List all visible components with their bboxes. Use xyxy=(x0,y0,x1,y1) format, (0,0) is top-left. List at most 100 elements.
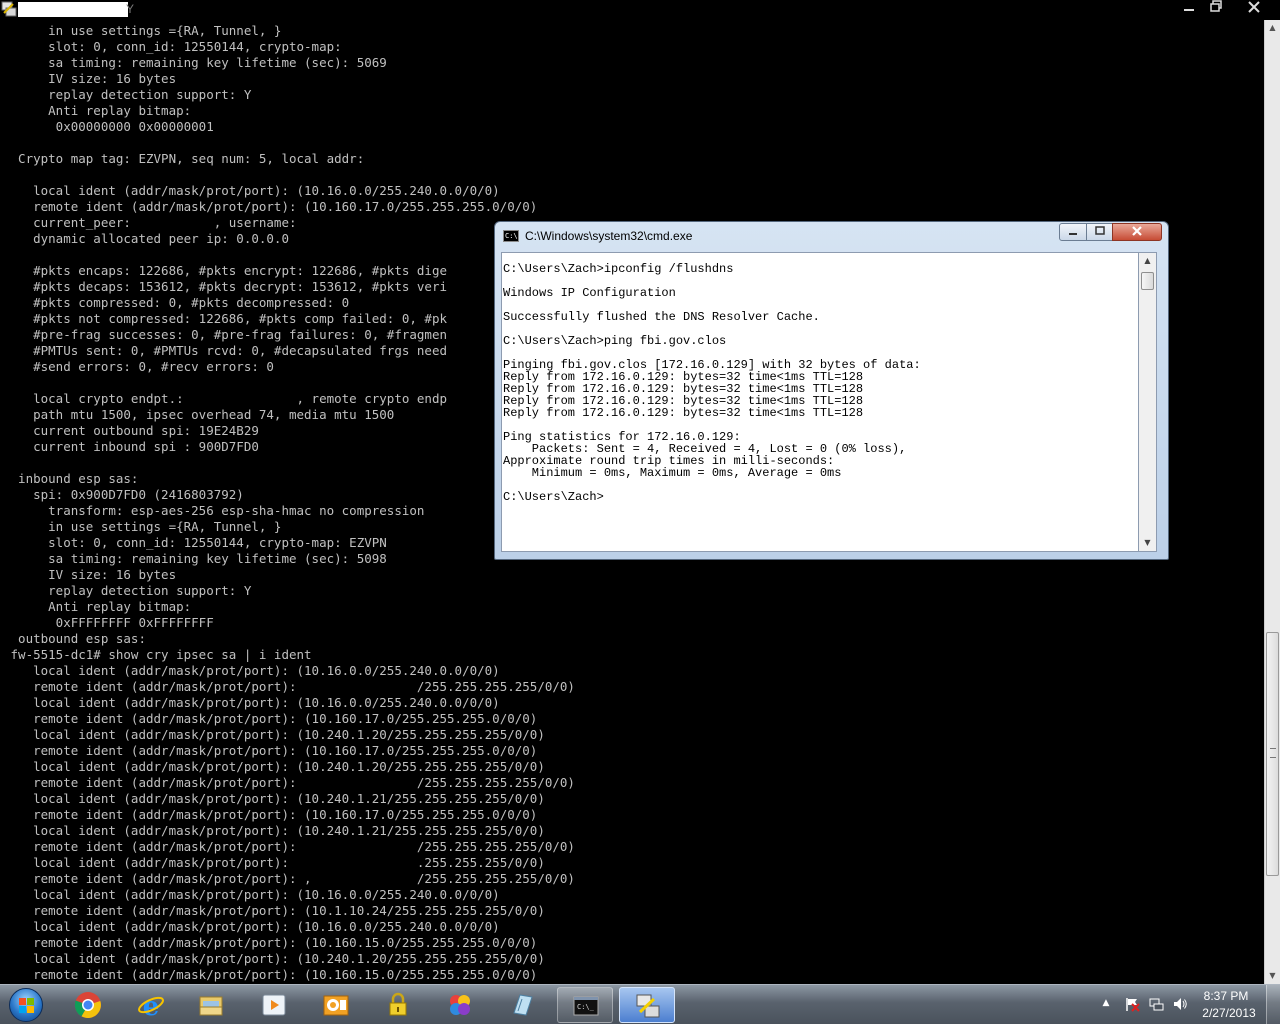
terminal-line: replay detection support: Y xyxy=(3,87,252,102)
terminal-line: local ident (addr/mask/prot/port): .255.… xyxy=(3,855,545,870)
terminal-line: local ident (addr/mask/prot/port): (10.1… xyxy=(3,663,500,678)
lock-key-icon xyxy=(389,992,407,1016)
taskbar: e C:\_ ▲ 8:37 PM 2/27/2013 xyxy=(0,984,1280,1024)
cmd-line: Successfully flushed the DNS Resolver Ca… xyxy=(503,310,820,324)
terminal-line: #pkts encaps: 122686, #pkts encrypt: 122… xyxy=(3,263,448,278)
terminal-line: local crypto endpt.: , remote crypto end… xyxy=(3,391,448,406)
terminal-line: local ident (addr/mask/prot/port): (10.2… xyxy=(3,727,545,742)
terminal-line: remote ident (addr/mask/prot/port): (10.… xyxy=(3,807,538,822)
terminal-line: local ident (addr/mask/prot/port): (10.1… xyxy=(3,183,500,198)
terminal-line: sa timing: remaining key lifetime (sec):… xyxy=(3,551,387,566)
action-center-flag-icon[interactable] xyxy=(1124,996,1140,1012)
clock-time[interactable]: 8:37 PM xyxy=(1196,989,1256,1003)
terminal-lines: in use settings ={RA, Tunnel, } slot: 0,… xyxy=(3,23,575,983)
terminal-line: in use settings ={RA, Tunnel, } xyxy=(3,519,282,534)
outer-titlebar[interactable]: Y xyxy=(0,0,1280,20)
chrome-icon xyxy=(74,992,101,1019)
cmd-window[interactable]: C:\ C:\Windows\system32\cmd.exe C:\Users… xyxy=(494,221,1169,560)
terminal-line: outbound esp sas: xyxy=(3,631,146,646)
minimize-icon xyxy=(1184,9,1194,11)
terminal-line: remote ident (addr/mask/prot/port): (10.… xyxy=(3,967,538,982)
minimize-button[interactable] xyxy=(1175,0,1203,17)
cmd-console-output[interactable]: C:\Users\Zach>ipconfig /flushdns Windows … xyxy=(501,252,1139,552)
terminal-line: remote ident (addr/mask/prot/port): /255… xyxy=(3,839,575,854)
terminal-line: #PMTUs sent: 0, #PMTUs rcvd: 0, #decapsu… xyxy=(3,343,448,358)
terminal-line: #pkts compressed: 0, #pkts decompressed:… xyxy=(3,295,350,310)
cmd-scrollbar[interactable]: ▲ ▼ xyxy=(1139,252,1157,552)
terminal-line: remote ident (addr/mask/prot/port): (10.… xyxy=(3,903,545,918)
terminal-scrollbar[interactable]: ▲ ▼ xyxy=(1264,20,1280,984)
cmd-minimize-button[interactable] xyxy=(1059,223,1087,241)
terminal-line: slot: 0, conn_id: 12550144, crypto-map: … xyxy=(3,535,387,550)
scroll-up-arrow-icon[interactable]: ▲ xyxy=(1139,253,1156,269)
taskbar-item-chrome[interactable] xyxy=(60,987,116,1023)
show-desktop-button[interactable] xyxy=(1266,985,1280,1024)
svg-text:e: e xyxy=(143,992,160,1019)
taskbar-item-internet-explorer[interactable]: e xyxy=(123,987,179,1023)
network-icon[interactable] xyxy=(1148,996,1164,1012)
terminal-line: remote ident (addr/mask/prot/port): , /2… xyxy=(3,871,575,886)
notebook-icon xyxy=(513,994,533,1016)
cmd-window-title: C:\Windows\system32\cmd.exe xyxy=(525,229,693,243)
taskbar-item-outlook[interactable] xyxy=(308,987,364,1023)
terminal-line: path mtu 1500, ipsec overhead 74, media … xyxy=(3,407,395,422)
cmd-line: Windows IP Configuration xyxy=(503,286,676,300)
terminal-line: IV size: 16 bytes xyxy=(3,71,177,86)
cmd-line: Reply from 172.16.0.129: bytes=32 time<1… xyxy=(503,406,864,420)
cmd-icon: C:\_ xyxy=(573,996,599,1016)
taskbar-item-putty[interactable] xyxy=(619,987,675,1023)
terminal-line: remote ident (addr/mask/prot/port): (10.… xyxy=(3,935,538,950)
terminal-line: #send errors: 0, #recv errors: 0 xyxy=(3,359,274,374)
terminal-line: local ident (addr/mask/prot/port): (10.2… xyxy=(3,951,545,966)
scroll-up-arrow-icon[interactable]: ▲ xyxy=(1265,20,1280,36)
internet-explorer-icon: e xyxy=(138,992,164,1019)
terminal-line: replay detection support: Y xyxy=(3,583,252,598)
cmd-icon[interactable]: C:\ xyxy=(503,230,519,242)
putty-window-icon[interactable] xyxy=(1,1,17,17)
terminal-line: #pkts not compressed: 122686, #pkts comp… xyxy=(3,311,448,326)
scroll-down-arrow-icon[interactable]: ▼ xyxy=(1265,968,1280,984)
scroll-down-arrow-icon[interactable]: ▼ xyxy=(1139,535,1156,551)
terminal-line: in use settings ={RA, Tunnel, } xyxy=(3,23,282,38)
terminal-line: current_peer: , username: xyxy=(3,215,297,230)
terminal-line: local ident (addr/mask/prot/port): (10.1… xyxy=(3,695,500,710)
taskbar-item-keychain[interactable] xyxy=(370,987,426,1023)
svg-text:C:\_: C:\_ xyxy=(577,1003,595,1011)
start-button[interactable] xyxy=(2,986,52,1024)
folder-icon xyxy=(199,996,223,1016)
cmd-line: C:\Users\Zach>ipconfig /flushdns xyxy=(503,262,734,276)
minimize-icon xyxy=(1069,233,1077,235)
cmd-maximize-button[interactable] xyxy=(1086,223,1113,241)
terminal-line: 0x00000000 0x00000001 xyxy=(3,119,214,134)
cmd-close-button[interactable] xyxy=(1112,223,1162,241)
scrollbar-thumb[interactable] xyxy=(1266,632,1279,876)
close-button[interactable] xyxy=(1236,0,1272,17)
cmd-scrollbar-thumb[interactable] xyxy=(1141,272,1154,290)
taskbar-item-media-player[interactable] xyxy=(246,987,302,1023)
clock-date[interactable]: 2/27/2013 xyxy=(1196,1006,1262,1020)
close-icon xyxy=(1248,1,1260,13)
restore-button[interactable] xyxy=(1203,0,1229,17)
terminal-line: Anti replay bitmap: xyxy=(3,103,192,118)
terminal-line: sa timing: remaining key lifetime (sec):… xyxy=(3,55,387,70)
terminal-line: Crypto map tag: EZVPN, seq num: 5, local… xyxy=(3,151,365,166)
title-redaction-box xyxy=(18,2,128,17)
terminal-line: Anti replay bitmap: xyxy=(3,599,192,614)
taskbar-item-cmd[interactable]: C:\_ xyxy=(557,987,613,1023)
terminal-line: 0xFFFFFFFF 0xFFFFFFFF xyxy=(3,615,214,630)
taskbar-item-paint[interactable] xyxy=(432,987,488,1023)
taskbar-item-file-explorer[interactable] xyxy=(183,987,239,1023)
terminal-line: #pkts decaps: 153612, #pkts decrypt: 153… xyxy=(3,279,448,294)
cmd-titlebar[interactable]: C:\ C:\Windows\system32\cmd.exe xyxy=(495,222,1168,250)
taskbar-item-notepad[interactable] xyxy=(494,987,550,1023)
terminal-line: remote ident (addr/mask/prot/port): (10.… xyxy=(3,711,538,726)
show-hidden-icons-button[interactable]: ▲ xyxy=(1100,996,1112,1010)
terminal-line: local ident (addr/mask/prot/port): (10.2… xyxy=(3,823,545,838)
restore-icon xyxy=(1210,0,1222,12)
volume-icon[interactable] xyxy=(1172,996,1188,1012)
